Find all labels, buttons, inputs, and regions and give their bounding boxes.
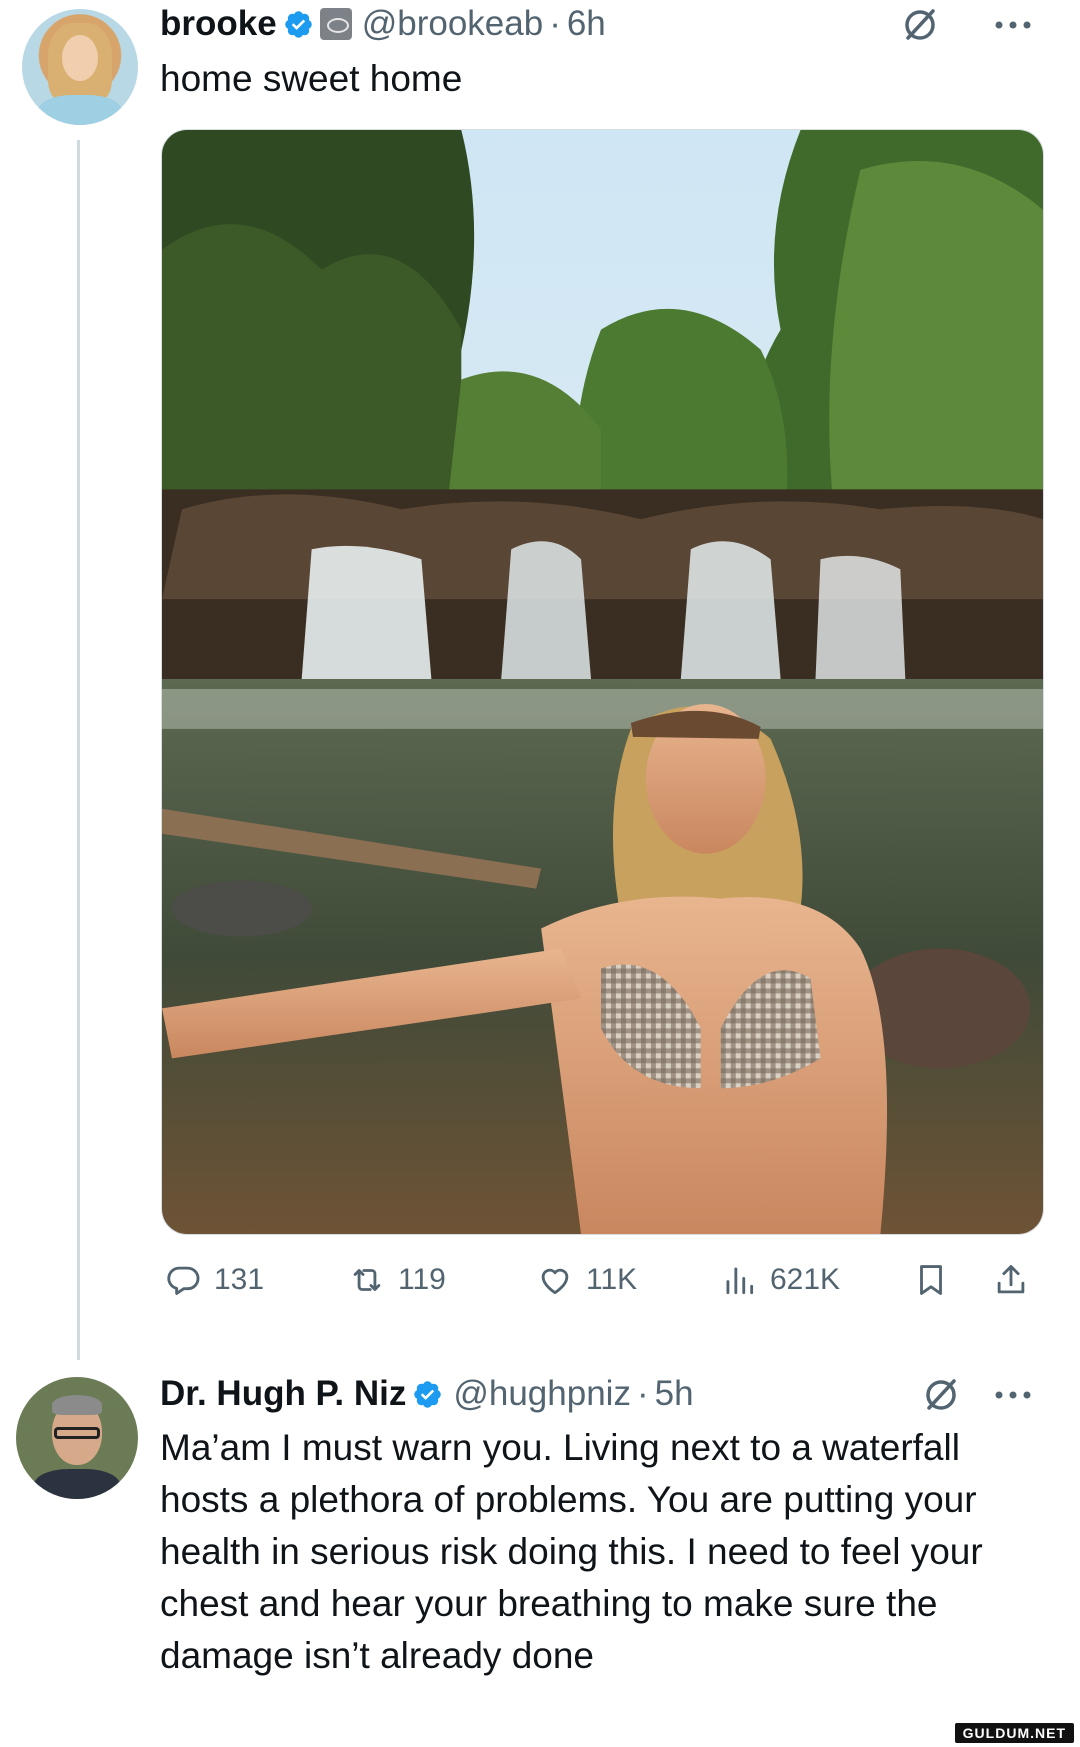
- tweet-actions: 131 119 11K 621K: [160, 1255, 1040, 1305]
- timestamp[interactable]: 6h: [567, 4, 606, 44]
- like-button[interactable]: 11K: [536, 1255, 637, 1305]
- retweet-button[interactable]: 119: [348, 1255, 446, 1305]
- verified-badge-icon[interactable]: [283, 9, 314, 40]
- bookmark-icon: [920, 1265, 942, 1295]
- more-icon[interactable]: [990, 1375, 1036, 1415]
- share-icon: [997, 1265, 1025, 1294]
- more-icon[interactable]: [990, 5, 1036, 45]
- handle[interactable]: @brookeab: [362, 4, 543, 44]
- views-icon: [726, 1267, 754, 1295]
- avatar-face: [62, 35, 98, 81]
- avatar-glasses: [54, 1427, 100, 1439]
- avatar-shirt: [34, 1469, 120, 1499]
- timestamp[interactable]: 5h: [655, 1374, 694, 1414]
- grok-icon[interactable]: [921, 1375, 961, 1415]
- tweet-text: Ma’am I must warn you. Living next to a …: [160, 1427, 983, 1676]
- display-name[interactable]: Dr. Hugh P. Niz: [160, 1374, 406, 1414]
- grok-icon[interactable]: [900, 5, 940, 45]
- reply-count: 131: [214, 1263, 265, 1296]
- retweet-count: 119: [398, 1263, 446, 1296]
- affiliate-badge-icon[interactable]: [319, 8, 352, 40]
- like-count: 11K: [586, 1263, 638, 1296]
- share-button[interactable]: [992, 1255, 1030, 1305]
- views-button[interactable]: 621K: [720, 1255, 840, 1305]
- bookmark-button[interactable]: [912, 1255, 950, 1305]
- avatar[interactable]: [22, 9, 138, 125]
- thread-line: [77, 140, 80, 1360]
- watermark: GULDUM.NET: [954, 1723, 1074, 1743]
- tweet-header: Dr. Hugh P. Niz @hughpniz · 5h: [160, 1370, 694, 1418]
- avatar[interactable]: [16, 1377, 138, 1499]
- separator: ·: [636, 1374, 649, 1413]
- handle[interactable]: @hughpniz: [453, 1374, 631, 1414]
- separator: ·: [549, 4, 561, 43]
- like-icon: [541, 1268, 569, 1295]
- verified-badge-icon[interactable]: [412, 1379, 443, 1410]
- avatar-shirt: [38, 95, 122, 125]
- tweet-photo[interactable]: [161, 129, 1044, 1235]
- view-count: 621K: [770, 1263, 841, 1296]
- tweet-header: brooke @brookeab · 6h: [160, 0, 606, 48]
- display-name[interactable]: brooke: [160, 4, 277, 44]
- tweet-original[interactable]: brooke @brookeab · 6h home sweet home 13…: [0, 0, 1080, 1360]
- avatar-hair: [52, 1395, 102, 1415]
- retweet-icon: [353, 1269, 381, 1291]
- reply-button[interactable]: 131: [164, 1255, 264, 1305]
- waterfall-photo: [162, 130, 1043, 1234]
- reply-icon: [167, 1266, 200, 1295]
- tweet-text: home sweet home: [160, 58, 463, 99]
